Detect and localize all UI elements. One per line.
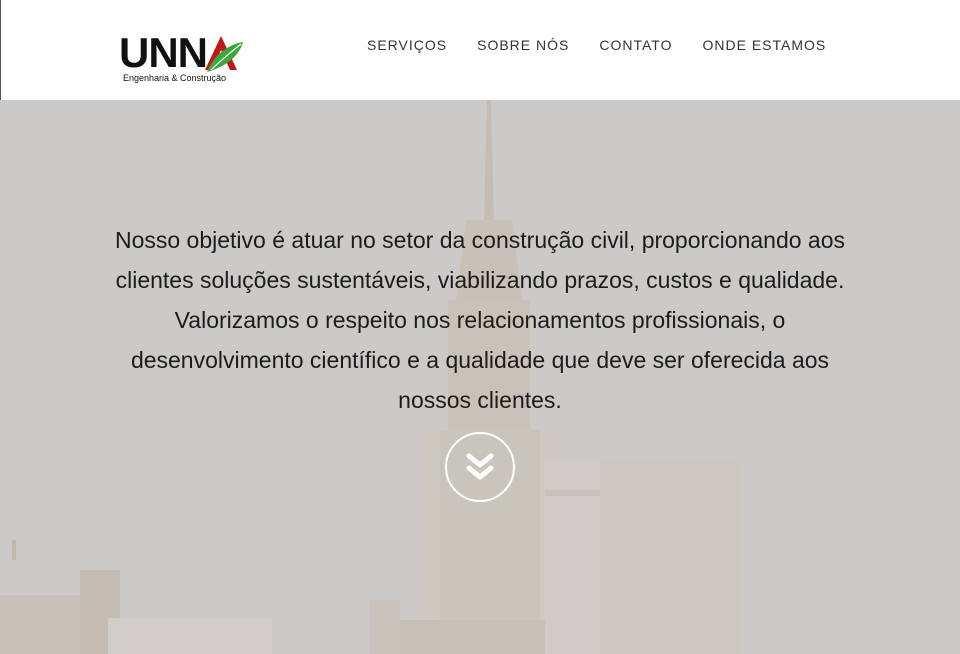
logo-tagline: Engenharia & Construção (123, 73, 227, 83)
nav-item-onde-estamos[interactable]: ONDE ESTAMOS (702, 37, 826, 53)
mission-statement: Nosso objetivo é atuar no setor da const… (114, 227, 846, 413)
logo-triangle-leaf-icon (205, 36, 243, 72)
main-nav: SERVIÇOS SOBRE NÓS CONTATO ONDE ESTAMOS (367, 37, 826, 53)
hero-section: Nosso objetivo é atuar no setor da const… (0, 100, 960, 654)
nav-item-servicos[interactable]: SERVIÇOS (367, 37, 447, 53)
nav-item-contato[interactable]: CONTATO (599, 37, 672, 53)
nav-item-sobre-nos[interactable]: SOBRE NÓS (477, 37, 569, 53)
logo-wordmark: UNN (119, 29, 208, 76)
unna-logo[interactable]: UNN Engenharia & Construção (119, 30, 244, 88)
site-header: UNN Engenharia & Construção SERVIÇOS SOB… (0, 0, 960, 100)
scroll-down-button[interactable] (445, 432, 515, 502)
double-chevron-down-icon (466, 453, 494, 480)
